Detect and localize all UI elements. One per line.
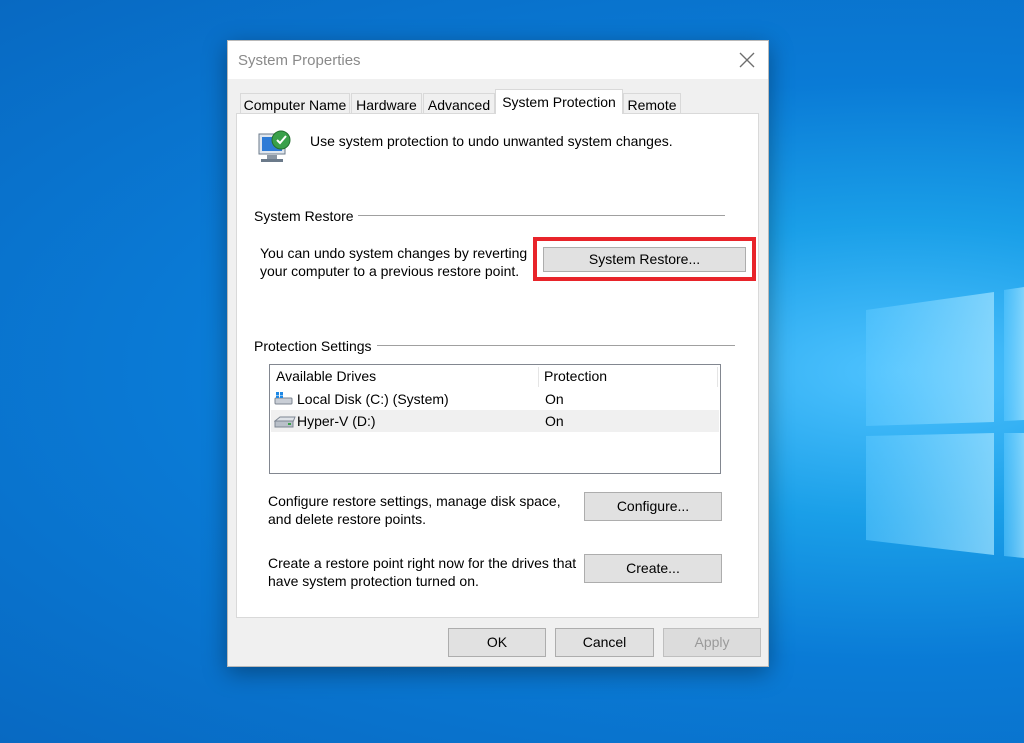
column-separator[interactable] — [717, 367, 718, 387]
system-restore-group-label: System Restore — [254, 208, 354, 224]
cancel-button[interactable]: Cancel — [555, 628, 654, 657]
column-separator[interactable] — [538, 367, 539, 387]
group-divider — [377, 345, 735, 346]
title-bar[interactable]: System Properties — [228, 41, 768, 79]
create-description-2: have system protection turned on. — [268, 573, 479, 589]
configure-description-1: Configure restore settings, manage disk … — [268, 493, 561, 509]
system-restore-button[interactable]: System Restore... — [543, 247, 746, 272]
drive-protection-status: On — [545, 391, 564, 407]
column-header-available-drives[interactable]: Available Drives — [276, 365, 376, 387]
drive-row[interactable]: Hyper-V (D:) On — [271, 410, 719, 432]
system-drive-icon — [274, 392, 293, 405]
close-icon — [739, 52, 755, 68]
drive-row[interactable]: Local Disk (C:) (System) On — [271, 388, 719, 410]
group-divider — [358, 215, 725, 216]
tab-system-protection[interactable]: System Protection — [495, 89, 623, 114]
apply-button[interactable]: Apply — [663, 628, 761, 657]
dialog-title: System Properties — [238, 52, 361, 69]
drive-name: Hyper-V (D:) — [297, 413, 376, 429]
ok-button[interactable]: OK — [448, 628, 546, 657]
drive-icon — [274, 416, 296, 428]
system-protection-icon — [258, 130, 291, 162]
system-protection-panel: Use system protection to undo unwanted s… — [236, 113, 759, 618]
system-restore-description-2: your computer to a previous restore poin… — [260, 263, 520, 279]
column-header-protection[interactable]: Protection — [544, 365, 607, 387]
configure-description-2: and delete restore points. — [268, 511, 426, 527]
drive-name: Local Disk (C:) (System) — [297, 391, 449, 407]
system-properties-dialog: System Properties Computer Name Hardware… — [227, 40, 769, 667]
tab-remote[interactable]: Remote — [623, 93, 681, 113]
system-restore-description-1: You can undo system changes by reverting — [260, 245, 528, 261]
configure-button[interactable]: Configure... — [584, 492, 722, 521]
close-button[interactable] — [730, 45, 764, 75]
tab-computer-name[interactable]: Computer Name — [240, 93, 350, 113]
drives-list[interactable]: Available Drives Protection Local Disk (… — [269, 364, 721, 474]
drive-protection-status: On — [545, 413, 564, 429]
tab-advanced[interactable]: Advanced — [423, 93, 495, 113]
intro-text: Use system protection to undo unwanted s… — [310, 133, 673, 149]
create-description-1: Create a restore point right now for the… — [268, 555, 577, 571]
create-button[interactable]: Create... — [584, 554, 722, 583]
protection-settings-group-label: Protection Settings — [254, 338, 372, 354]
tab-hardware[interactable]: Hardware — [351, 93, 422, 113]
